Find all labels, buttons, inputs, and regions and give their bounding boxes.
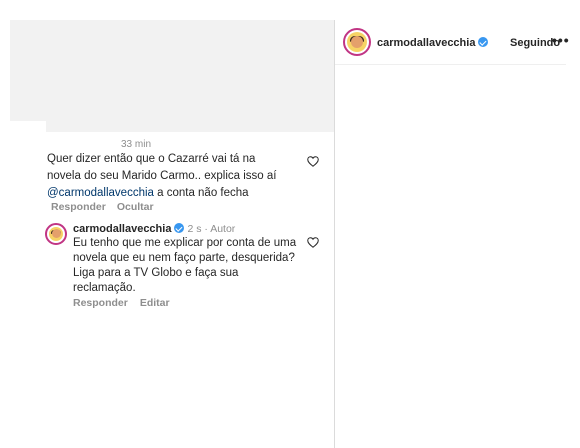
comment-timestamp: 33 min bbox=[121, 139, 152, 150]
comment-text-part: Quer dizer então que o Cazarré vai tá na… bbox=[47, 153, 277, 182]
reply-username: carmodallavecchia 2 s · Autor bbox=[73, 223, 235, 235]
reply-actions: Responder Editar bbox=[73, 297, 182, 309]
post-header: carmodallavecchia Seguindo ••• bbox=[335, 20, 569, 65]
avatar-image bbox=[49, 227, 63, 241]
post-author-username[interactable]: carmodallavecchia bbox=[377, 37, 489, 49]
comment-text-part: a conta não fecha bbox=[153, 187, 249, 199]
comment-text: Quer dizer então que o Cazarré vai tá na… bbox=[47, 151, 287, 202]
post-side-panel: carmodallavecchia Seguindo ••• bbox=[334, 20, 569, 448]
background-panel bbox=[10, 20, 334, 132]
like-heart-icon[interactable] bbox=[307, 237, 319, 248]
verified-badge-icon bbox=[174, 223, 185, 233]
avatar[interactable] bbox=[343, 28, 371, 56]
edit-button[interactable]: Editar bbox=[140, 297, 170, 309]
more-options-icon[interactable]: ••• bbox=[552, 32, 570, 48]
reply-button[interactable]: Responder bbox=[73, 297, 128, 309]
username-text[interactable]: carmodallavecchia bbox=[377, 37, 475, 49]
like-heart-icon[interactable] bbox=[307, 156, 319, 167]
reply-meta: 2 s · Autor bbox=[187, 223, 236, 235]
reply-button[interactable]: Responder bbox=[51, 201, 106, 213]
reply-text: Eu tenho que me explicar por conta de um… bbox=[73, 237, 297, 294]
comment-actions: Responder Ocultar bbox=[51, 201, 165, 213]
verified-badge-icon bbox=[478, 37, 489, 47]
reply-avatar[interactable] bbox=[45, 223, 67, 245]
empty-area bbox=[10, 318, 334, 448]
mention-link[interactable]: @carmodallavecchia bbox=[47, 187, 154, 199]
reply-username-text[interactable]: carmodallavecchia bbox=[73, 223, 171, 235]
avatar-image bbox=[347, 32, 367, 52]
hide-button[interactable]: Ocultar bbox=[117, 201, 154, 213]
